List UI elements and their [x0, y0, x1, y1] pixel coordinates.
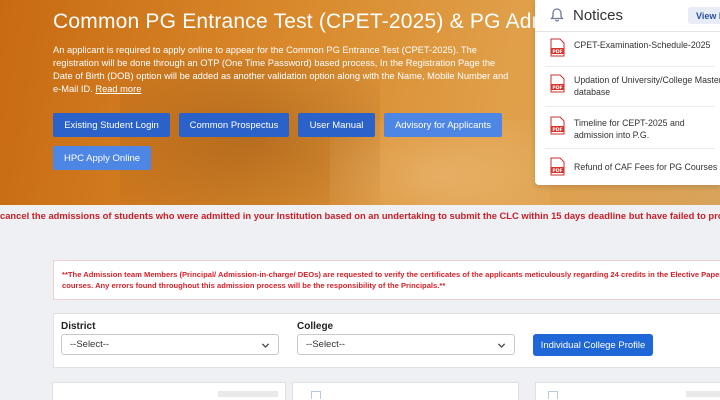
individual-college-profile-button[interactable]: Individual College Profile [533, 334, 653, 356]
user-manual-button[interactable]: User Manual [298, 113, 375, 137]
pdf-icon: PDF [550, 38, 565, 57]
hpc-apply-online-button[interactable]: HPC Apply Online [53, 146, 151, 170]
svg-text:PDF: PDF [552, 168, 562, 174]
notice-divider [545, 66, 715, 67]
alert-line-1: **The Admission team Members (Principal/… [62, 270, 720, 279]
notice-link[interactable]: Refund of CAF Fees for PG Courses [574, 161, 720, 173]
notice-link[interactable]: Timeline for CEPT-2025 and admission int… [574, 117, 720, 141]
card-icon [311, 391, 321, 399]
read-more-link[interactable]: Read more [95, 84, 141, 94]
chevron-down-icon [497, 343, 506, 348]
svg-text:PDF: PDF [552, 49, 562, 55]
view-more-button[interactable]: View M [688, 7, 720, 24]
bell-icon [550, 8, 564, 22]
scrolling-announcement: cancel the admissions of students who we… [0, 210, 720, 221]
info-card [52, 382, 286, 400]
svg-text:PDF: PDF [552, 127, 562, 133]
common-prospectus-button[interactable]: Common Prospectus [179, 113, 289, 137]
card-icon [548, 391, 558, 399]
district-label: District [61, 321, 96, 332]
hero-description: An applicant is required to apply online… [53, 44, 515, 96]
pdf-icon: PDF [550, 157, 565, 176]
page-title: Common PG Entrance Test (CPET-2025) & PG… [53, 10, 605, 33]
notices-title: Notices [573, 7, 624, 24]
notice-link[interactable]: Updation of University/College Master da… [574, 74, 720, 98]
pdf-icon: PDF [550, 116, 565, 135]
chevron-down-icon [261, 343, 270, 348]
alert-text: **The Admission team Members (Principal/… [62, 269, 720, 291]
info-card [535, 382, 720, 400]
college-select[interactable]: --Select-- [297, 334, 515, 355]
card-tab [218, 391, 278, 397]
notice-item[interactable]: PDF Timeline for CEPT-2025 and admission… [535, 113, 720, 147]
notice-item[interactable]: PDF Updation of University/College Maste… [535, 72, 720, 106]
district-selected-value: --Select-- [70, 339, 110, 350]
notice-item[interactable]: PDF Refund of CAF Fees for PG Courses [535, 155, 720, 183]
notices-header: Notices View M [535, 0, 720, 32]
pdf-icon: PDF [550, 74, 565, 93]
card-tab [686, 391, 720, 397]
info-card [292, 382, 519, 400]
advisory-for-applicants-button[interactable]: Advisory for Applicants [384, 113, 502, 137]
college-selected-value: --Select-- [306, 339, 346, 350]
notice-divider [545, 148, 715, 149]
admission-alert: **The Admission team Members (Principal/… [53, 260, 720, 300]
notice-divider [545, 106, 715, 107]
college-filter-panel: District --Select-- College --Select-- I… [53, 313, 720, 368]
notice-link[interactable]: CPET-Examination-Schedule-2025 [574, 39, 720, 51]
college-label: College [297, 321, 334, 332]
alert-line-2: courses. Any errors found throughout thi… [62, 281, 446, 290]
notice-item[interactable]: PDF CPET-Examination-Schedule-2025 [535, 36, 720, 66]
district-select[interactable]: --Select-- [61, 334, 279, 355]
page: Common PG Entrance Test (CPET-2025) & PG… [0, 0, 720, 400]
svg-text:PDF: PDF [552, 85, 562, 91]
existing-student-login-button[interactable]: Existing Student Login [53, 113, 170, 137]
notices-panel: Notices View M PDF CPET-Examination-Sche… [535, 0, 720, 185]
